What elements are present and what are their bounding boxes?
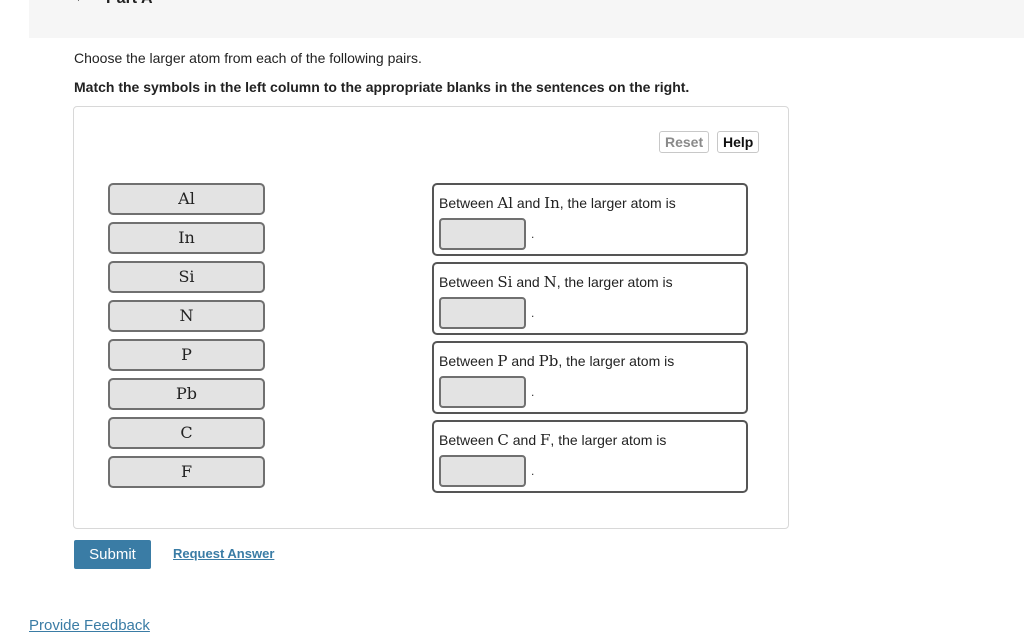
symbol-chip-in[interactable]: In bbox=[108, 222, 265, 254]
period: . bbox=[531, 385, 535, 399]
sentence-box: Between Si and N, the larger atom is . bbox=[432, 262, 748, 335]
period: . bbox=[531, 464, 535, 478]
answer-blank[interactable] bbox=[439, 455, 526, 487]
request-answer-link[interactable]: Request Answer bbox=[173, 546, 274, 561]
reset-button[interactable]: Reset bbox=[659, 131, 710, 153]
sentence-mid: and bbox=[508, 432, 540, 448]
symbol-chip-c[interactable]: C bbox=[108, 417, 265, 449]
symbol-chip-p[interactable]: P bbox=[108, 339, 265, 371]
symbol-b: Pb bbox=[538, 352, 559, 370]
sentence-box: Between P and Pb, the larger atom is . bbox=[432, 341, 748, 414]
help-button[interactable]: Help bbox=[717, 131, 760, 153]
sentence-prefix: Between bbox=[439, 195, 498, 211]
period: . bbox=[531, 227, 535, 241]
period: . bbox=[531, 306, 535, 320]
symbol-chip-pb[interactable]: Pb bbox=[108, 378, 265, 410]
symbol-chip-si[interactable]: Si bbox=[108, 261, 265, 293]
question-directions: Match the symbols in the left column to … bbox=[74, 79, 690, 95]
chevron-down-icon[interactable]: ▼ bbox=[73, 0, 84, 4]
sentence-suffix: , the larger atom is bbox=[558, 353, 675, 369]
sentence-mid: and bbox=[513, 195, 545, 211]
symbol-chip-al[interactable]: Al bbox=[108, 183, 265, 215]
sentence-box: Between C and F, the larger atom is . bbox=[432, 420, 748, 493]
answer-blank[interactable] bbox=[439, 376, 526, 408]
sentence-prefix: Between bbox=[439, 353, 498, 369]
sentence-suffix: , the larger atom is bbox=[550, 432, 667, 448]
symbol-a: P bbox=[497, 352, 508, 370]
sentence-prefix: Between bbox=[439, 432, 498, 448]
sentence-text: Between Si and N, the larger atom is bbox=[439, 273, 673, 291]
provide-feedback-link[interactable]: Provide Feedback bbox=[29, 617, 150, 634]
part-header[interactable]: ▼ Part A bbox=[29, 0, 1024, 38]
question-prompt: Choose the larger atom from each of the … bbox=[74, 50, 422, 66]
symbol-chip-f[interactable]: F bbox=[108, 456, 265, 488]
submit-button[interactable]: Submit bbox=[74, 540, 151, 569]
sentence-mid: and bbox=[512, 274, 544, 290]
symbol-chip-n[interactable]: N bbox=[108, 300, 265, 332]
part-title: Part A bbox=[106, 0, 153, 8]
sentence-suffix: , the larger atom is bbox=[556, 274, 673, 290]
sentence-box: Between Al and In, the larger atom is . bbox=[432, 183, 748, 256]
answer-blank[interactable] bbox=[439, 218, 526, 250]
symbol-a: Si bbox=[497, 273, 513, 291]
answer-blank[interactable] bbox=[439, 297, 526, 329]
symbol-a: Al bbox=[497, 194, 514, 212]
symbol-b: N bbox=[543, 273, 557, 291]
sentence-suffix: , the larger atom is bbox=[559, 195, 676, 211]
sentence-prefix: Between bbox=[439, 274, 498, 290]
symbol-b: F bbox=[540, 431, 551, 449]
symbol-a: C bbox=[497, 431, 509, 449]
sentence-text: Between C and F, the larger atom is bbox=[439, 431, 666, 449]
sentence-text: Between Al and In, the larger atom is bbox=[439, 194, 676, 212]
sentence-text: Between P and Pb, the larger atom is bbox=[439, 352, 674, 370]
symbol-b: In bbox=[544, 194, 560, 212]
sentence-mid: and bbox=[507, 353, 539, 369]
